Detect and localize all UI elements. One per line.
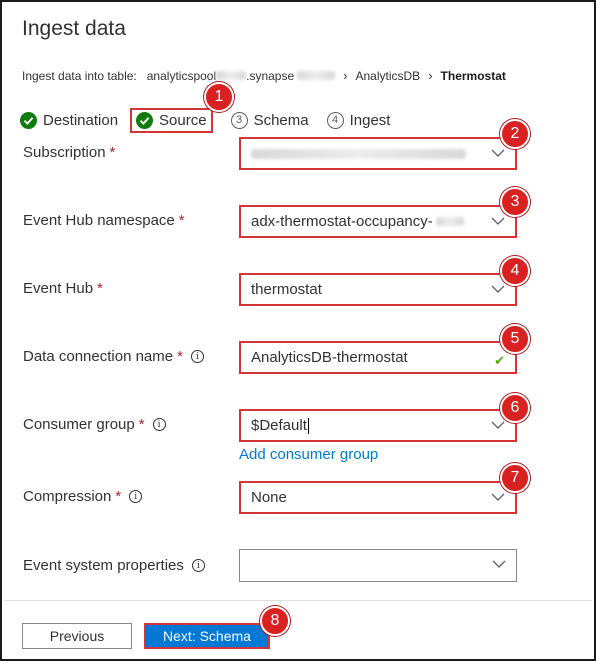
compression-row: Compression * i None	[23, 481, 578, 521]
tab-label: Schema	[253, 111, 309, 129]
footer-divider	[4, 600, 592, 601]
chevron-down-icon	[491, 149, 505, 157]
tab-schema[interactable]: 3 Schema	[230, 111, 309, 129]
ingest-panel: Ingest data Ingest data into table: anal…	[0, 0, 596, 661]
consumer-group-row: Consumer group * i $Default Add consumer …	[23, 409, 578, 469]
breadcrumb-workspace: .synapse	[246, 68, 295, 83]
breadcrumb-table: Thermostat	[440, 68, 506, 83]
check-circle-icon	[136, 111, 154, 129]
info-icon[interactable]: i	[152, 418, 166, 431]
event-system-properties-label: Event system properties i	[23, 557, 205, 574]
eventhub-namespace-label: Event Hub namespace *	[23, 212, 185, 229]
chevron-down-icon	[491, 217, 505, 225]
step-number-icon: 4	[326, 111, 344, 129]
callout-badge: 2	[500, 119, 530, 149]
tab-label: Ingest	[349, 111, 391, 129]
connection-name-row: Data connection name * i AnalyticsDB-ther…	[23, 341, 578, 381]
breadcrumb-pool: analyticspool	[146, 68, 217, 83]
text-cursor	[307, 417, 309, 434]
callout-badge: 8	[260, 606, 290, 636]
callout-badge: 3	[500, 187, 530, 217]
connection-name-label: Data connection name * i	[23, 348, 204, 365]
chevron-right-icon: ›	[428, 68, 433, 83]
redacted-text	[251, 148, 466, 159]
tab-destination[interactable]: Destination	[20, 111, 119, 129]
eventhub-label: Event Hub *	[23, 280, 103, 297]
subscription-select[interactable]	[239, 137, 517, 170]
step-number-icon: 3	[230, 111, 248, 129]
connection-name-input[interactable]: AnalyticsDB-thermostat ✔	[239, 341, 517, 374]
valid-check-icon: ✔	[494, 353, 505, 368]
eventhub-namespace-select[interactable]: adx-thermostat-occupancy-	[239, 205, 517, 238]
compression-select[interactable]: None	[239, 481, 517, 514]
callout-badge: 6	[500, 393, 530, 423]
event-system-properties-row: Event system properties i	[23, 549, 578, 589]
subscription-row: Subscription *	[23, 137, 578, 177]
tab-label: Source	[159, 111, 207, 129]
chevron-down-icon	[491, 421, 505, 429]
consumer-group-select[interactable]: $Default	[239, 409, 517, 442]
previous-button[interactable]: Previous	[22, 623, 132, 649]
callout-badge: 1	[204, 82, 234, 112]
eventhub-namespace-row: Event Hub namespace * adx-thermostat-occu…	[23, 205, 578, 245]
page-title: Ingest data	[22, 17, 126, 40]
subscription-label: Subscription *	[23, 144, 116, 161]
chevron-down-icon	[492, 560, 506, 568]
breadcrumb-label: Ingest data into table:	[22, 68, 137, 83]
compression-label: Compression * i	[23, 488, 143, 505]
consumer-group-label: Consumer group * i	[23, 416, 166, 433]
next-schema-button[interactable]: Next: Schema	[144, 623, 270, 649]
callout-badge: 7	[500, 463, 530, 493]
chevron-down-icon	[491, 285, 505, 293]
tab-label: Destination	[43, 111, 119, 129]
breadcrumb-database[interactable]: AnalyticsDB	[356, 69, 421, 83]
callout-badge: 5	[500, 324, 530, 354]
eventhub-select[interactable]: thermostat	[239, 273, 517, 306]
info-icon[interactable]: i	[190, 350, 204, 363]
check-circle-icon	[20, 111, 37, 129]
chevron-right-icon: ›	[343, 68, 348, 83]
eventhub-row: Event Hub * thermostat	[23, 273, 578, 313]
tab-source[interactable]: Source	[130, 107, 213, 133]
info-icon[interactable]: i	[191, 559, 205, 572]
info-icon[interactable]: i	[129, 490, 143, 503]
add-consumer-group-link[interactable]: Add consumer group	[239, 446, 378, 463]
callout-badge: 4	[500, 256, 530, 286]
wizard-steps: Destination Source 3 Schema 4 Ingest	[20, 107, 408, 133]
breadcrumb: Ingest data into table: analyticspool .s…	[22, 68, 506, 83]
redacted-text	[216, 71, 247, 80]
redacted-text	[297, 71, 336, 80]
chevron-down-icon	[491, 493, 505, 501]
tab-ingest[interactable]: 4 Ingest	[326, 111, 391, 129]
event-system-properties-select[interactable]	[239, 549, 517, 582]
redacted-text	[435, 217, 464, 226]
